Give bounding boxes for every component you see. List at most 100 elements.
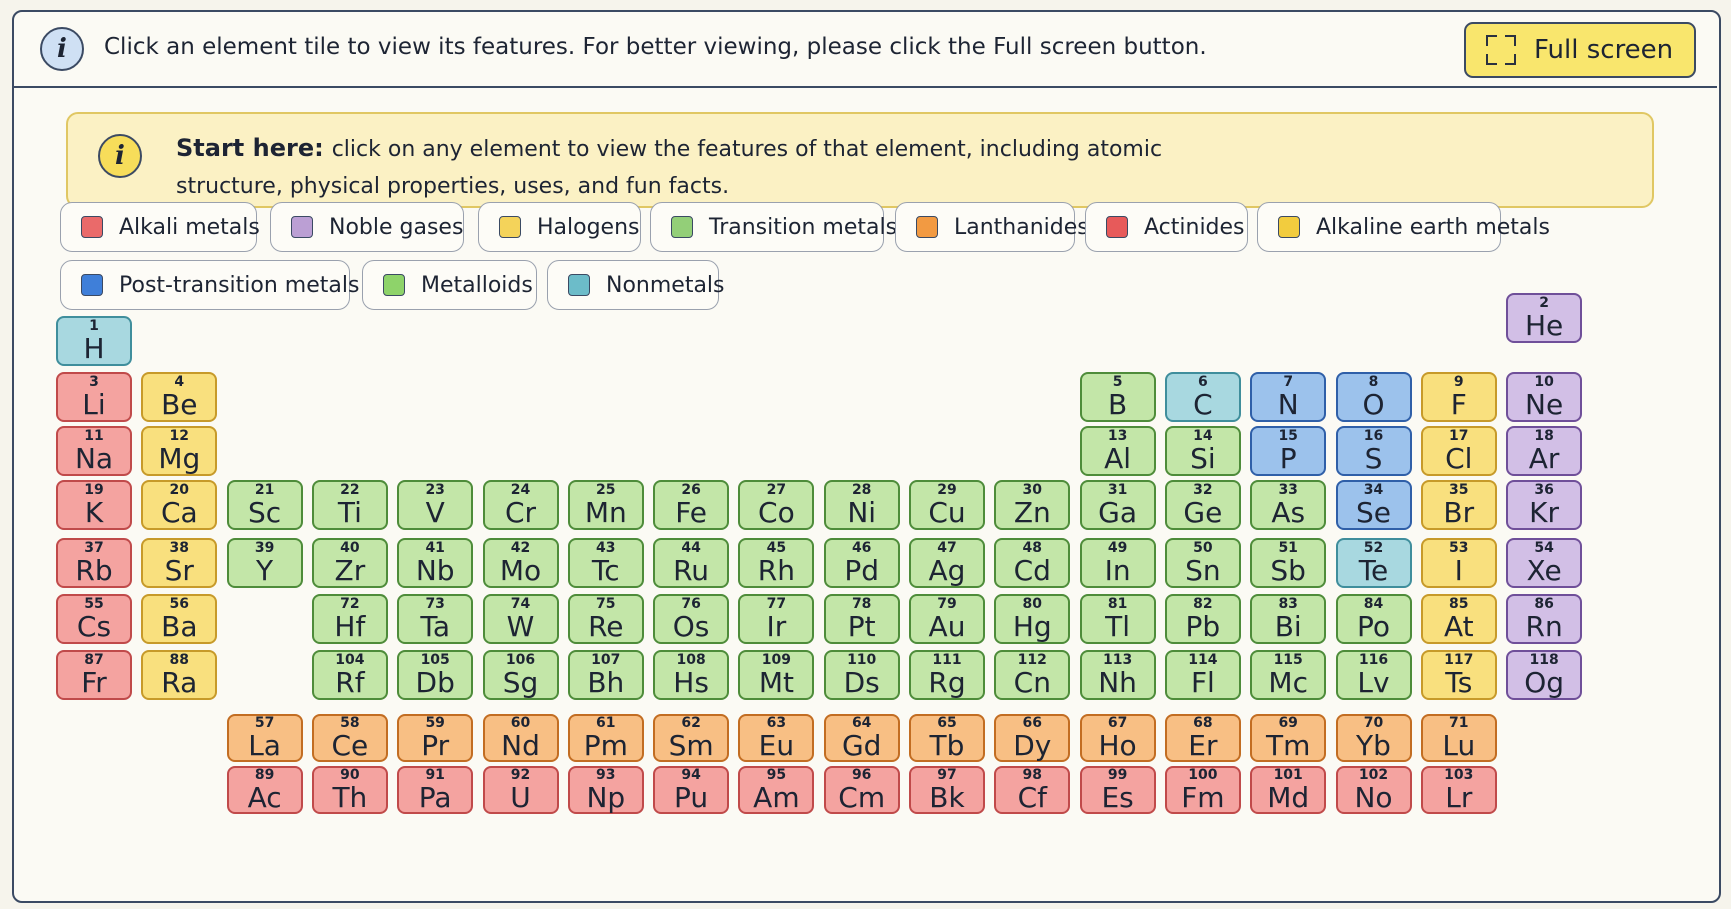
element-tile-b[interactable]: 5B: [1079, 372, 1156, 422]
element-tile-mg[interactable]: 12 Mg: [141, 426, 218, 476]
element-tile-u[interactable]: 92 U: [482, 766, 559, 814]
element-tile-na[interactable]: 11 Na: [56, 426, 132, 476]
legend-actinide[interactable]: Actinides: [1085, 202, 1248, 252]
element-tile-hs[interactable]: 108 Hs: [653, 650, 730, 700]
element-tile-hg[interactable]: 80 Hg: [994, 594, 1071, 644]
legend-transition[interactable]: Transition metals: [650, 202, 897, 252]
element-tile-f[interactable]: 9F: [1420, 372, 1497, 422]
element-tile-yb[interactable]: 70 Yb: [1335, 714, 1412, 762]
element-tile-cn[interactable]: 112 Cn: [994, 650, 1071, 700]
element-tile-ir[interactable]: 77 Ir: [738, 594, 815, 644]
element-tile-p[interactable]: 15 P: [1250, 426, 1327, 476]
element-tile-bk[interactable]: 97 Bk: [909, 766, 985, 814]
legend-post[interactable]: Post-transition metals: [60, 260, 359, 310]
element-tile-fm[interactable]: 100 Fm: [1164, 766, 1241, 814]
element-tile-zr[interactable]: 40 Zr: [311, 538, 388, 588]
element-tile-sg[interactable]: 106 Sg: [482, 650, 559, 700]
element-tile-hf[interactable]: 72 Hf: [311, 594, 388, 644]
element-tile-tl[interactable]: 81 Tl: [1079, 594, 1156, 644]
element-tile-lu[interactable]: 71 Lu: [1420, 714, 1497, 762]
element-tile-tb[interactable]: 65 Tb: [909, 714, 985, 762]
element-tile-co[interactable]: 27 Co: [738, 480, 815, 530]
element-tile-re[interactable]: 75 Re: [567, 594, 644, 644]
element-tile-rb[interactable]: 37 Rb: [56, 538, 132, 588]
element-tile-pm[interactable]: 61 Pm: [567, 714, 644, 762]
element-tile-ds[interactable]: 110 Ds: [823, 650, 900, 700]
element-tile-og[interactable]: 118 Og: [1506, 650, 1583, 700]
element-tile-sc[interactable]: 21 Sc: [226, 480, 303, 530]
element-tile-v[interactable]: 23 V: [397, 480, 474, 530]
element-tile-sm[interactable]: 62 Sm: [653, 714, 730, 762]
element-tile-y[interactable]: 39 Y: [226, 538, 303, 588]
element-tile-te[interactable]: 52 Te: [1335, 538, 1412, 588]
element-tile-c[interactable]: 6C: [1164, 372, 1241, 422]
element-tile-al[interactable]: 13 Al: [1079, 426, 1156, 476]
element-tile-si[interactable]: 14 Si: [1164, 426, 1241, 476]
element-tile-pa[interactable]: 91 Pa: [397, 766, 474, 814]
element-tile-xe[interactable]: 54 Xe: [1506, 538, 1583, 588]
element-tile-fl[interactable]: 114 Fl: [1164, 650, 1241, 700]
element-tile-cd[interactable]: 48 Cd: [994, 538, 1071, 588]
element-tile-pu[interactable]: 94 Pu: [653, 766, 730, 814]
element-tile-sr[interactable]: 38 Sr: [141, 538, 218, 588]
element-tile-np[interactable]: 93 Np: [567, 766, 644, 814]
element-tile-po[interactable]: 84 Po: [1335, 594, 1412, 644]
element-tile-he[interactable]: 2 He: [1506, 293, 1583, 343]
element-tile-li[interactable]: 3 Li: [56, 372, 132, 422]
element-tile-fr[interactable]: 87 Fr: [56, 650, 132, 700]
element-tile-rg[interactable]: 111 Rg: [909, 650, 985, 700]
element-tile-ar[interactable]: 18 Ar: [1506, 426, 1583, 476]
element-tile-in[interactable]: 49 In: [1079, 538, 1156, 588]
element-tile-pt[interactable]: 78 Pt: [823, 594, 900, 644]
element-tile-rh[interactable]: 45 Rh: [738, 538, 815, 588]
element-tile-md[interactable]: 101 Md: [1250, 766, 1327, 814]
element-tile-er[interactable]: 68 Er: [1164, 714, 1241, 762]
element-tile-tc[interactable]: 43 Tc: [567, 538, 644, 588]
element-tile-os[interactable]: 76 Os: [653, 594, 730, 644]
legend-metalloid[interactable]: Metalloids: [362, 260, 537, 310]
element-tile-ce[interactable]: 58 Ce: [311, 714, 388, 762]
element-tile-ta[interactable]: 73 Ta: [397, 594, 474, 644]
element-tile-ru[interactable]: 44 Ru: [653, 538, 730, 588]
element-tile-no[interactable]: 102 No: [1335, 766, 1412, 814]
element-tile-tm[interactable]: 69 Tm: [1250, 714, 1327, 762]
element-tile-pr[interactable]: 59 Pr: [397, 714, 474, 762]
element-tile-cf[interactable]: 98 Cf: [994, 766, 1071, 814]
element-tile-es[interactable]: 99 Es: [1079, 766, 1156, 814]
element-tile-nh[interactable]: 113 Nh: [1079, 650, 1156, 700]
element-tile-ra[interactable]: 88 Ra: [141, 650, 218, 700]
legend-alkaline[interactable]: Alkaline earth metals: [1257, 202, 1550, 252]
element-tile-gd[interactable]: 64 Gd: [823, 714, 900, 762]
element-tile-ga[interactable]: 31 Ga: [1079, 480, 1156, 530]
element-tile-mt[interactable]: 109 Mt: [738, 650, 815, 700]
legend-halogen[interactable]: Halogens: [478, 202, 641, 252]
element-tile-ba[interactable]: 56 Ba: [141, 594, 218, 644]
element-tile-ts[interactable]: 117 Ts: [1420, 650, 1497, 700]
element-tile-n[interactable]: 7N: [1250, 372, 1327, 422]
legend-noble[interactable]: Noble gases: [270, 202, 464, 252]
element-tile-eu[interactable]: 63 Eu: [738, 714, 815, 762]
element-tile-la[interactable]: 57 La: [226, 714, 303, 762]
element-tile-i[interactable]: 53 I: [1420, 538, 1497, 588]
element-tile-at[interactable]: 85 At: [1420, 594, 1497, 644]
element-tile-cu[interactable]: 29 Cu: [909, 480, 985, 530]
element-tile-fe[interactable]: 26 Fe: [653, 480, 730, 530]
element-tile-lv[interactable]: 116 Lv: [1335, 650, 1412, 700]
element-tile-bh[interactable]: 107 Bh: [567, 650, 644, 700]
element-tile-mo[interactable]: 42 Mo: [482, 538, 559, 588]
element-tile-be[interactable]: 4 Be: [141, 372, 218, 422]
legend-nonmetal[interactable]: Nonmetals: [547, 260, 725, 310]
element-tile-s[interactable]: 16 S: [1335, 426, 1412, 476]
element-tile-ac[interactable]: 89 Ac: [226, 766, 303, 814]
element-tile-se[interactable]: 34 Se: [1335, 480, 1412, 530]
element-tile-as[interactable]: 33 As: [1250, 480, 1327, 530]
element-tile-nd[interactable]: 60 Nd: [482, 714, 559, 762]
element-tile-sb[interactable]: 51 Sb: [1250, 538, 1327, 588]
element-tile-ho[interactable]: 67 Ho: [1079, 714, 1156, 762]
legend-lanthanide[interactable]: Lanthanides: [895, 202, 1089, 252]
element-tile-cm[interactable]: 96 Cm: [823, 766, 900, 814]
element-tile-dy[interactable]: 66 Dy: [994, 714, 1071, 762]
element-tile-ne[interactable]: 10 Ne: [1506, 372, 1583, 422]
element-tile-am[interactable]: 95 Am: [738, 766, 815, 814]
element-tile-rn[interactable]: 86 Rn: [1506, 594, 1583, 644]
